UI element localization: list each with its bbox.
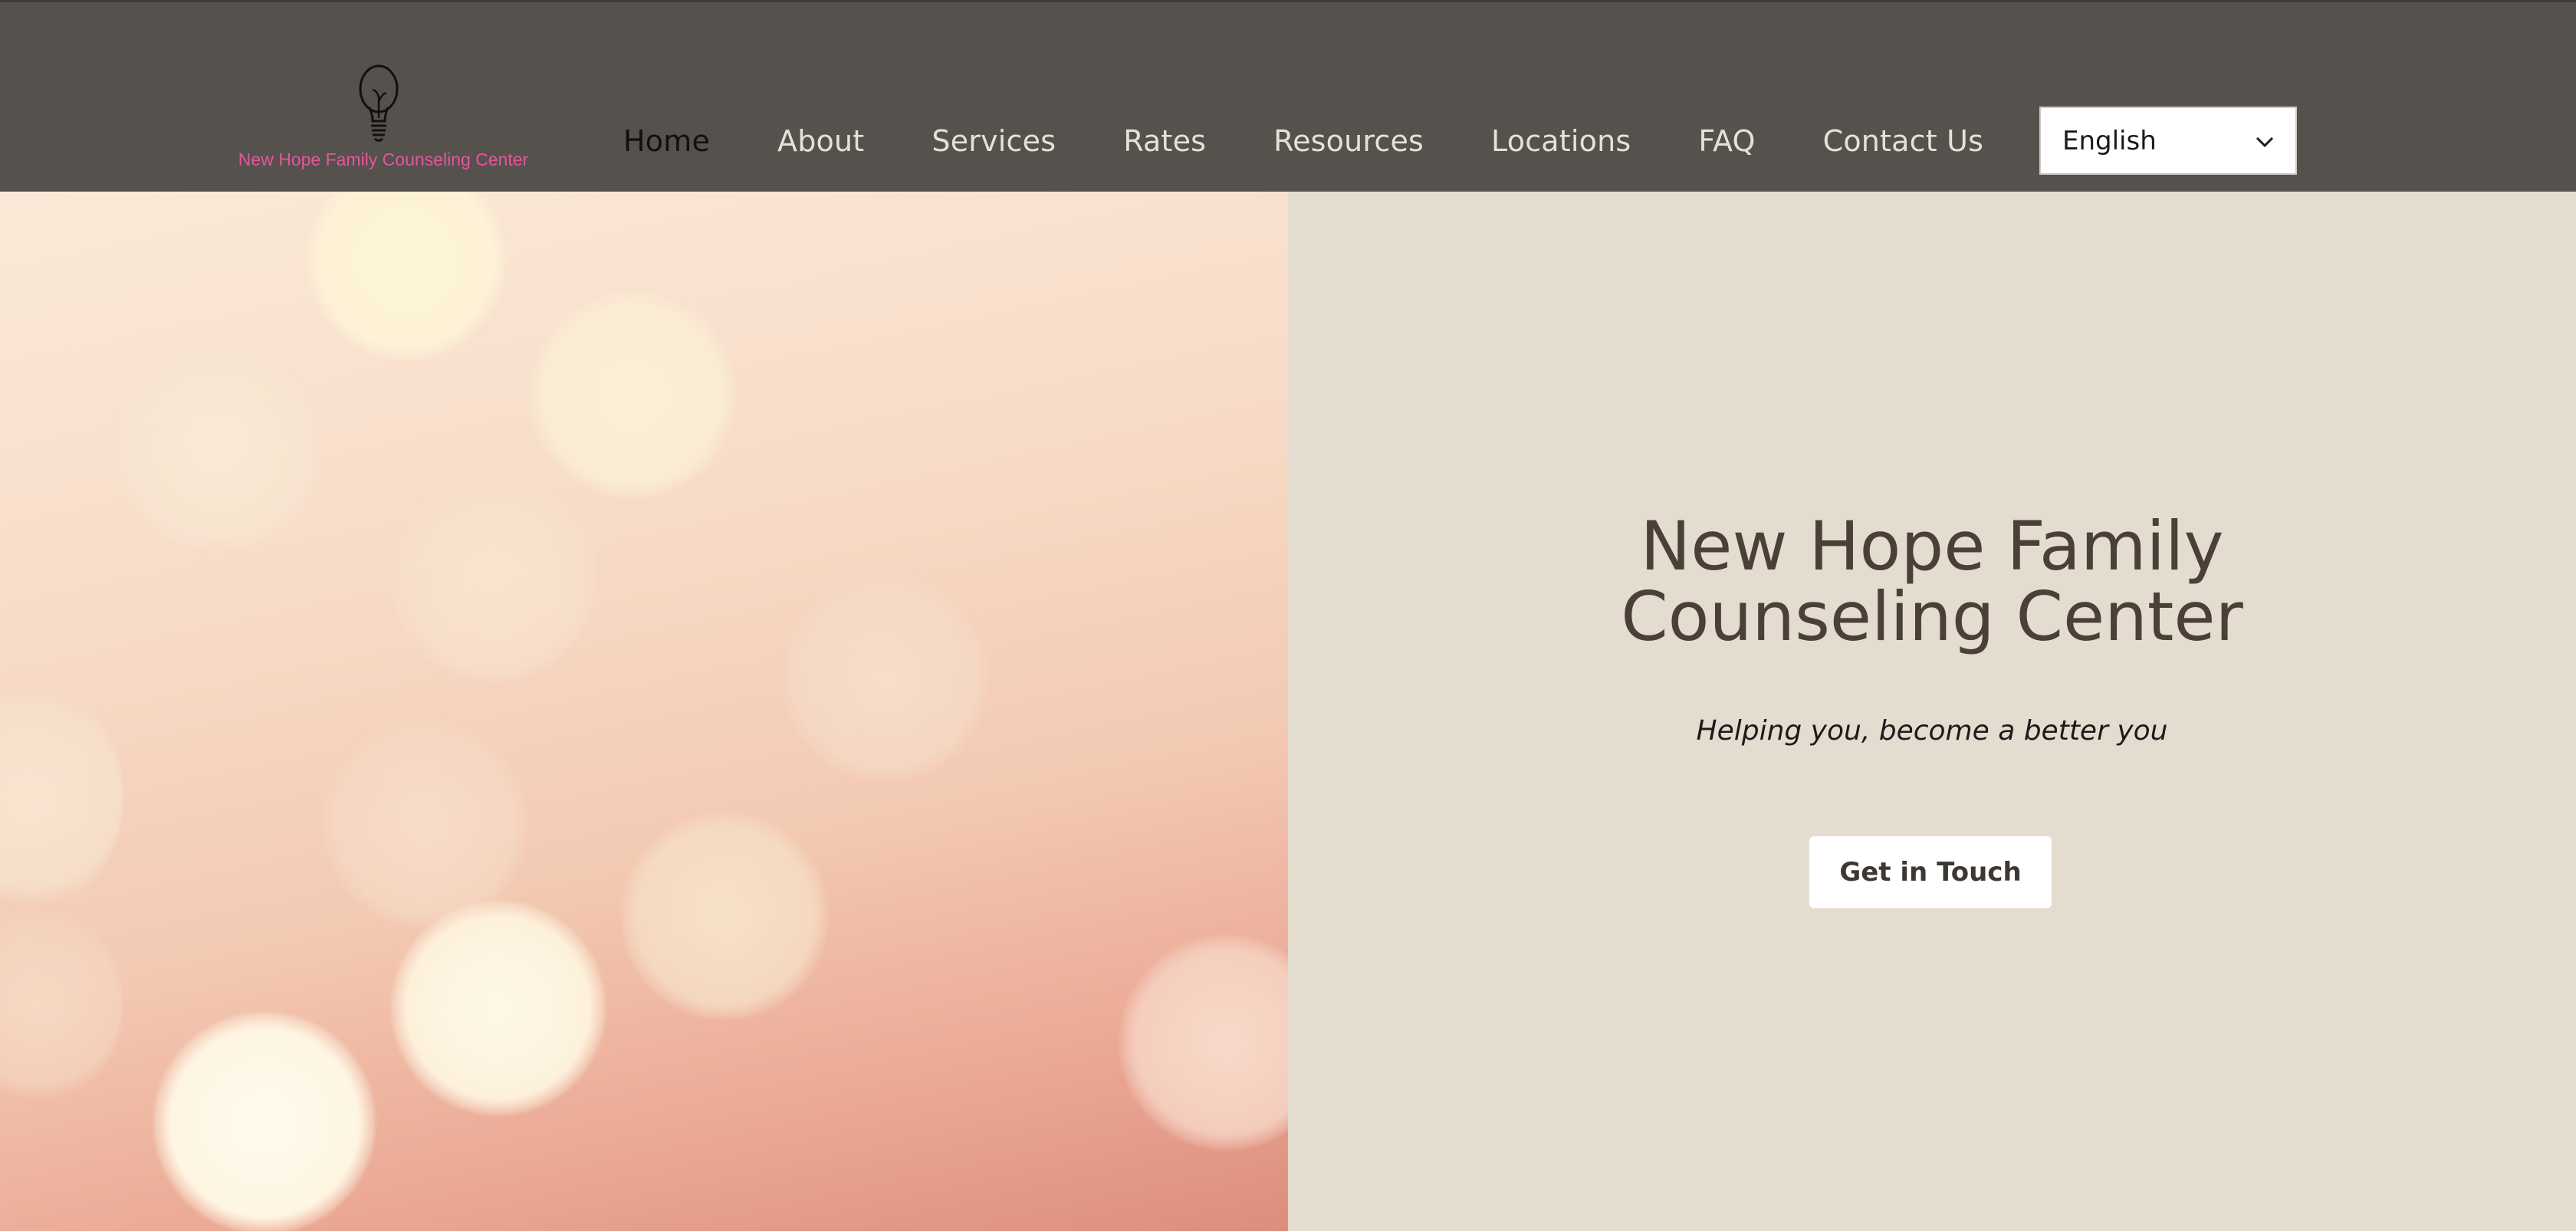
nav-item-services[interactable]: Services: [899, 124, 1090, 158]
logo-text: New Hope Family Counseling Center: [238, 149, 529, 169]
nav-item-locations[interactable]: Locations: [1458, 124, 1665, 158]
hero-subtitle: Helping you, become a better you: [1696, 715, 2168, 747]
nav-item-rates[interactable]: Rates: [1090, 124, 1240, 158]
nav-item-faq[interactable]: FAQ: [1665, 124, 1789, 158]
chevron-down-icon: [2256, 136, 2274, 148]
site-header: New Hope Family Counseling Center Home A…: [0, 0, 2576, 192]
language-select[interactable]: English: [2039, 107, 2297, 175]
nav-item-home[interactable]: Home: [590, 124, 744, 158]
hero-title: New Hope Family Counseling Center: [1288, 511, 2576, 652]
lightbulb-icon: [359, 64, 399, 142]
main-nav: Home About Services Rates Resources Loca…: [590, 114, 2018, 168]
hero-title-line-1: New Hope Family: [1640, 507, 2224, 586]
nav-item-resources[interactable]: Resources: [1240, 124, 1458, 158]
nav-item-contact-us[interactable]: Contact Us: [1790, 124, 2019, 158]
get-in-touch-button[interactable]: Get in Touch: [1809, 836, 2052, 908]
hero-title-line-2: Counseling Center: [1621, 577, 2243, 656]
language-select-value: English: [2062, 125, 2157, 156]
site-logo[interactable]: New Hope Family Counseling Center: [238, 57, 529, 180]
hero-panel: New Hope Family Counseling Center Helpin…: [1288, 192, 2576, 1231]
hero-bokeh-image: [0, 192, 1288, 1231]
nav-item-about[interactable]: About: [744, 124, 899, 158]
